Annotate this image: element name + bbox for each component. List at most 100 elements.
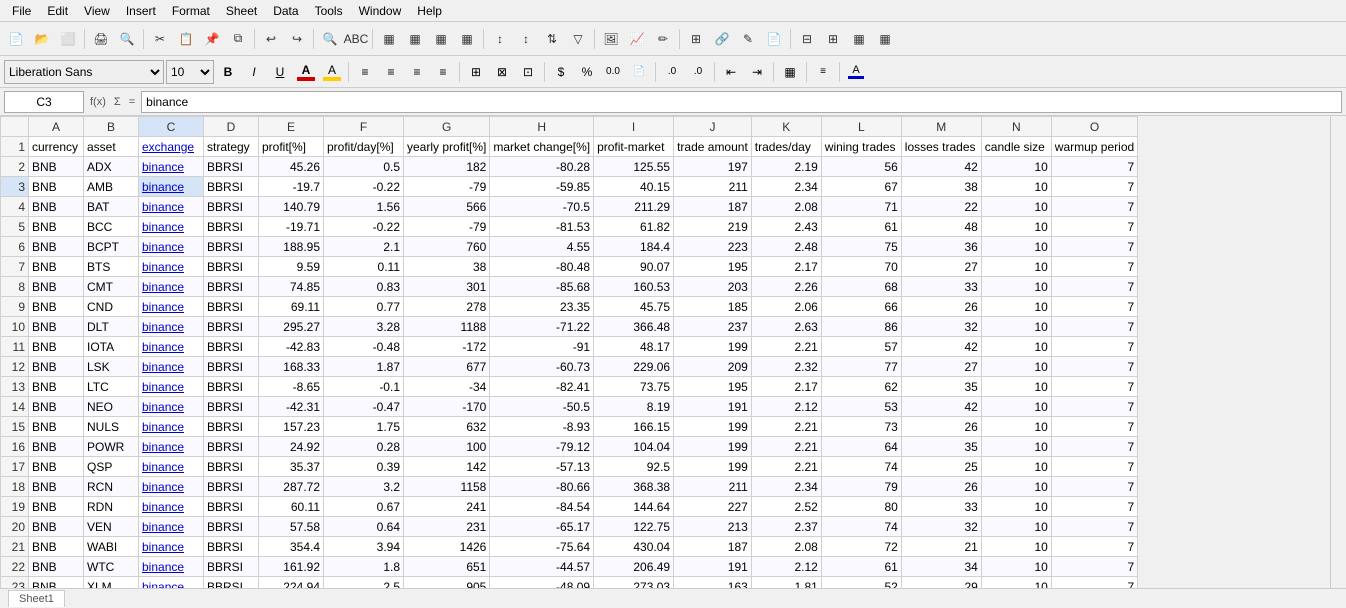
cell-M14[interactable]: 42 [901, 397, 981, 417]
cell-L2[interactable]: 56 [821, 157, 901, 177]
row-num-16[interactable]: 16 [1, 437, 29, 457]
toolbar-btn-3[interactable]: ⬜ [56, 27, 80, 51]
cell-E19[interactable]: 60.11 [259, 497, 324, 517]
merge-btn[interactable]: ⊞ [464, 60, 488, 84]
row-num-21[interactable]: 21 [1, 537, 29, 557]
cell-I17[interactable]: 92.5 [594, 457, 674, 477]
cell-K2[interactable]: 2.19 [751, 157, 821, 177]
cell-O14[interactable]: 7 [1051, 397, 1137, 417]
cell-N19[interactable]: 10 [981, 497, 1051, 517]
col-header-F[interactable]: F [324, 117, 404, 137]
cell-J18[interactable]: 211 [674, 477, 752, 497]
sheet-tab[interactable]: Sheet1 [8, 590, 65, 607]
cell-H10[interactable]: -71.22 [490, 317, 594, 337]
cell-N3[interactable]: 10 [981, 177, 1051, 197]
cell-J21[interactable]: 187 [674, 537, 752, 557]
cell-N2[interactable]: 10 [981, 157, 1051, 177]
cell-H23[interactable]: -48.09 [490, 577, 594, 589]
cell-N22[interactable]: 10 [981, 557, 1051, 577]
cell-D1[interactable]: strategy [204, 137, 259, 157]
cell-D13[interactable]: BBRSI [204, 377, 259, 397]
print-preview[interactable]: 🔍 [115, 27, 139, 51]
merge-btn3[interactable]: ⊡ [516, 60, 540, 84]
menu-file[interactable]: File [4, 2, 39, 20]
cell-B17[interactable]: QSP [84, 457, 139, 477]
italic-button[interactable]: I [242, 60, 266, 84]
cell-J10[interactable]: 237 [674, 317, 752, 337]
sum-icon[interactable]: Σ [112, 96, 123, 108]
draw-btn[interactable]: ✏ [651, 27, 675, 51]
cell-C8[interactable]: binance [139, 277, 204, 297]
filter-btn[interactable]: ▽ [566, 27, 590, 51]
cell-B23[interactable]: XLM [84, 577, 139, 589]
indent-dec[interactable]: ⇤ [719, 60, 743, 84]
cell-O20[interactable]: 7 [1051, 517, 1137, 537]
cell-I8[interactable]: 160.53 [594, 277, 674, 297]
cell-E7[interactable]: 9.59 [259, 257, 324, 277]
cell-I1[interactable]: profit-market [594, 137, 674, 157]
cell-E10[interactable]: 295.27 [259, 317, 324, 337]
cell-A13[interactable]: BNB [29, 377, 84, 397]
cell-A8[interactable]: BNB [29, 277, 84, 297]
cell-N9[interactable]: 10 [981, 297, 1051, 317]
cell-D9[interactable]: BBRSI [204, 297, 259, 317]
cell-O15[interactable]: 7 [1051, 417, 1137, 437]
cell-E5[interactable]: -19.71 [259, 217, 324, 237]
cell-H11[interactable]: -91 [490, 337, 594, 357]
cell-C4[interactable]: binance [139, 197, 204, 217]
cell-J6[interactable]: 223 [674, 237, 752, 257]
cell-M1[interactable]: losses trades [901, 137, 981, 157]
col-header-H[interactable]: H [490, 117, 594, 137]
cell-G12[interactable]: 677 [404, 357, 490, 377]
cell-J12[interactable]: 209 [674, 357, 752, 377]
cell-M15[interactable]: 26 [901, 417, 981, 437]
highlight-color-btn[interactable]: A [320, 60, 344, 84]
chart-btn[interactable]: 📈 [625, 27, 649, 51]
cell-E16[interactable]: 24.92 [259, 437, 324, 457]
cell-I10[interactable]: 366.48 [594, 317, 674, 337]
cell-J8[interactable]: 203 [674, 277, 752, 297]
cell-L12[interactable]: 77 [821, 357, 901, 377]
cell-K12[interactable]: 2.32 [751, 357, 821, 377]
cell-C7[interactable]: binance [139, 257, 204, 277]
cell-J11[interactable]: 199 [674, 337, 752, 357]
cell-G11[interactable]: -172 [404, 337, 490, 357]
font-name-select[interactable]: Liberation Sans [4, 60, 164, 84]
cell-M21[interactable]: 21 [901, 537, 981, 557]
cell-K19[interactable]: 2.52 [751, 497, 821, 517]
cell-G5[interactable]: -79 [404, 217, 490, 237]
cell-A20[interactable]: BNB [29, 517, 84, 537]
cell-B20[interactable]: VEN [84, 517, 139, 537]
cell-K17[interactable]: 2.21 [751, 457, 821, 477]
cell-N8[interactable]: 10 [981, 277, 1051, 297]
cell-M12[interactable]: 27 [901, 357, 981, 377]
cell-N1[interactable]: candle size [981, 137, 1051, 157]
cell-A6[interactable]: BNB [29, 237, 84, 257]
cell-M8[interactable]: 33 [901, 277, 981, 297]
cell-H7[interactable]: -80.48 [490, 257, 594, 277]
row-num-2[interactable]: 2 [1, 157, 29, 177]
cell-N17[interactable]: 10 [981, 457, 1051, 477]
cell-B12[interactable]: LSK [84, 357, 139, 377]
cell-G21[interactable]: 1426 [404, 537, 490, 557]
col-header-K[interactable]: K [751, 117, 821, 137]
cell-G2[interactable]: 182 [404, 157, 490, 177]
cell-J1[interactable]: trade amount [674, 137, 752, 157]
cell-N14[interactable]: 10 [981, 397, 1051, 417]
copy-button[interactable]: 📋 [174, 27, 198, 51]
cell-E2[interactable]: 45.26 [259, 157, 324, 177]
row-color-btn[interactable]: ≡ [811, 60, 835, 84]
row-num-5[interactable]: 5 [1, 217, 29, 237]
cell-I22[interactable]: 206.49 [594, 557, 674, 577]
cell-A11[interactable]: BNB [29, 337, 84, 357]
cell-O12[interactable]: 7 [1051, 357, 1137, 377]
cell-D21[interactable]: BBRSI [204, 537, 259, 557]
col-header-E[interactable]: E [259, 117, 324, 137]
row-num-9[interactable]: 9 [1, 297, 29, 317]
cell-F8[interactable]: 0.83 [324, 277, 404, 297]
cell-J16[interactable]: 199 [674, 437, 752, 457]
cell-L11[interactable]: 57 [821, 337, 901, 357]
underline-button[interactable]: U [268, 60, 292, 84]
cell-A19[interactable]: BNB [29, 497, 84, 517]
spell-button[interactable]: ABC [344, 27, 368, 51]
